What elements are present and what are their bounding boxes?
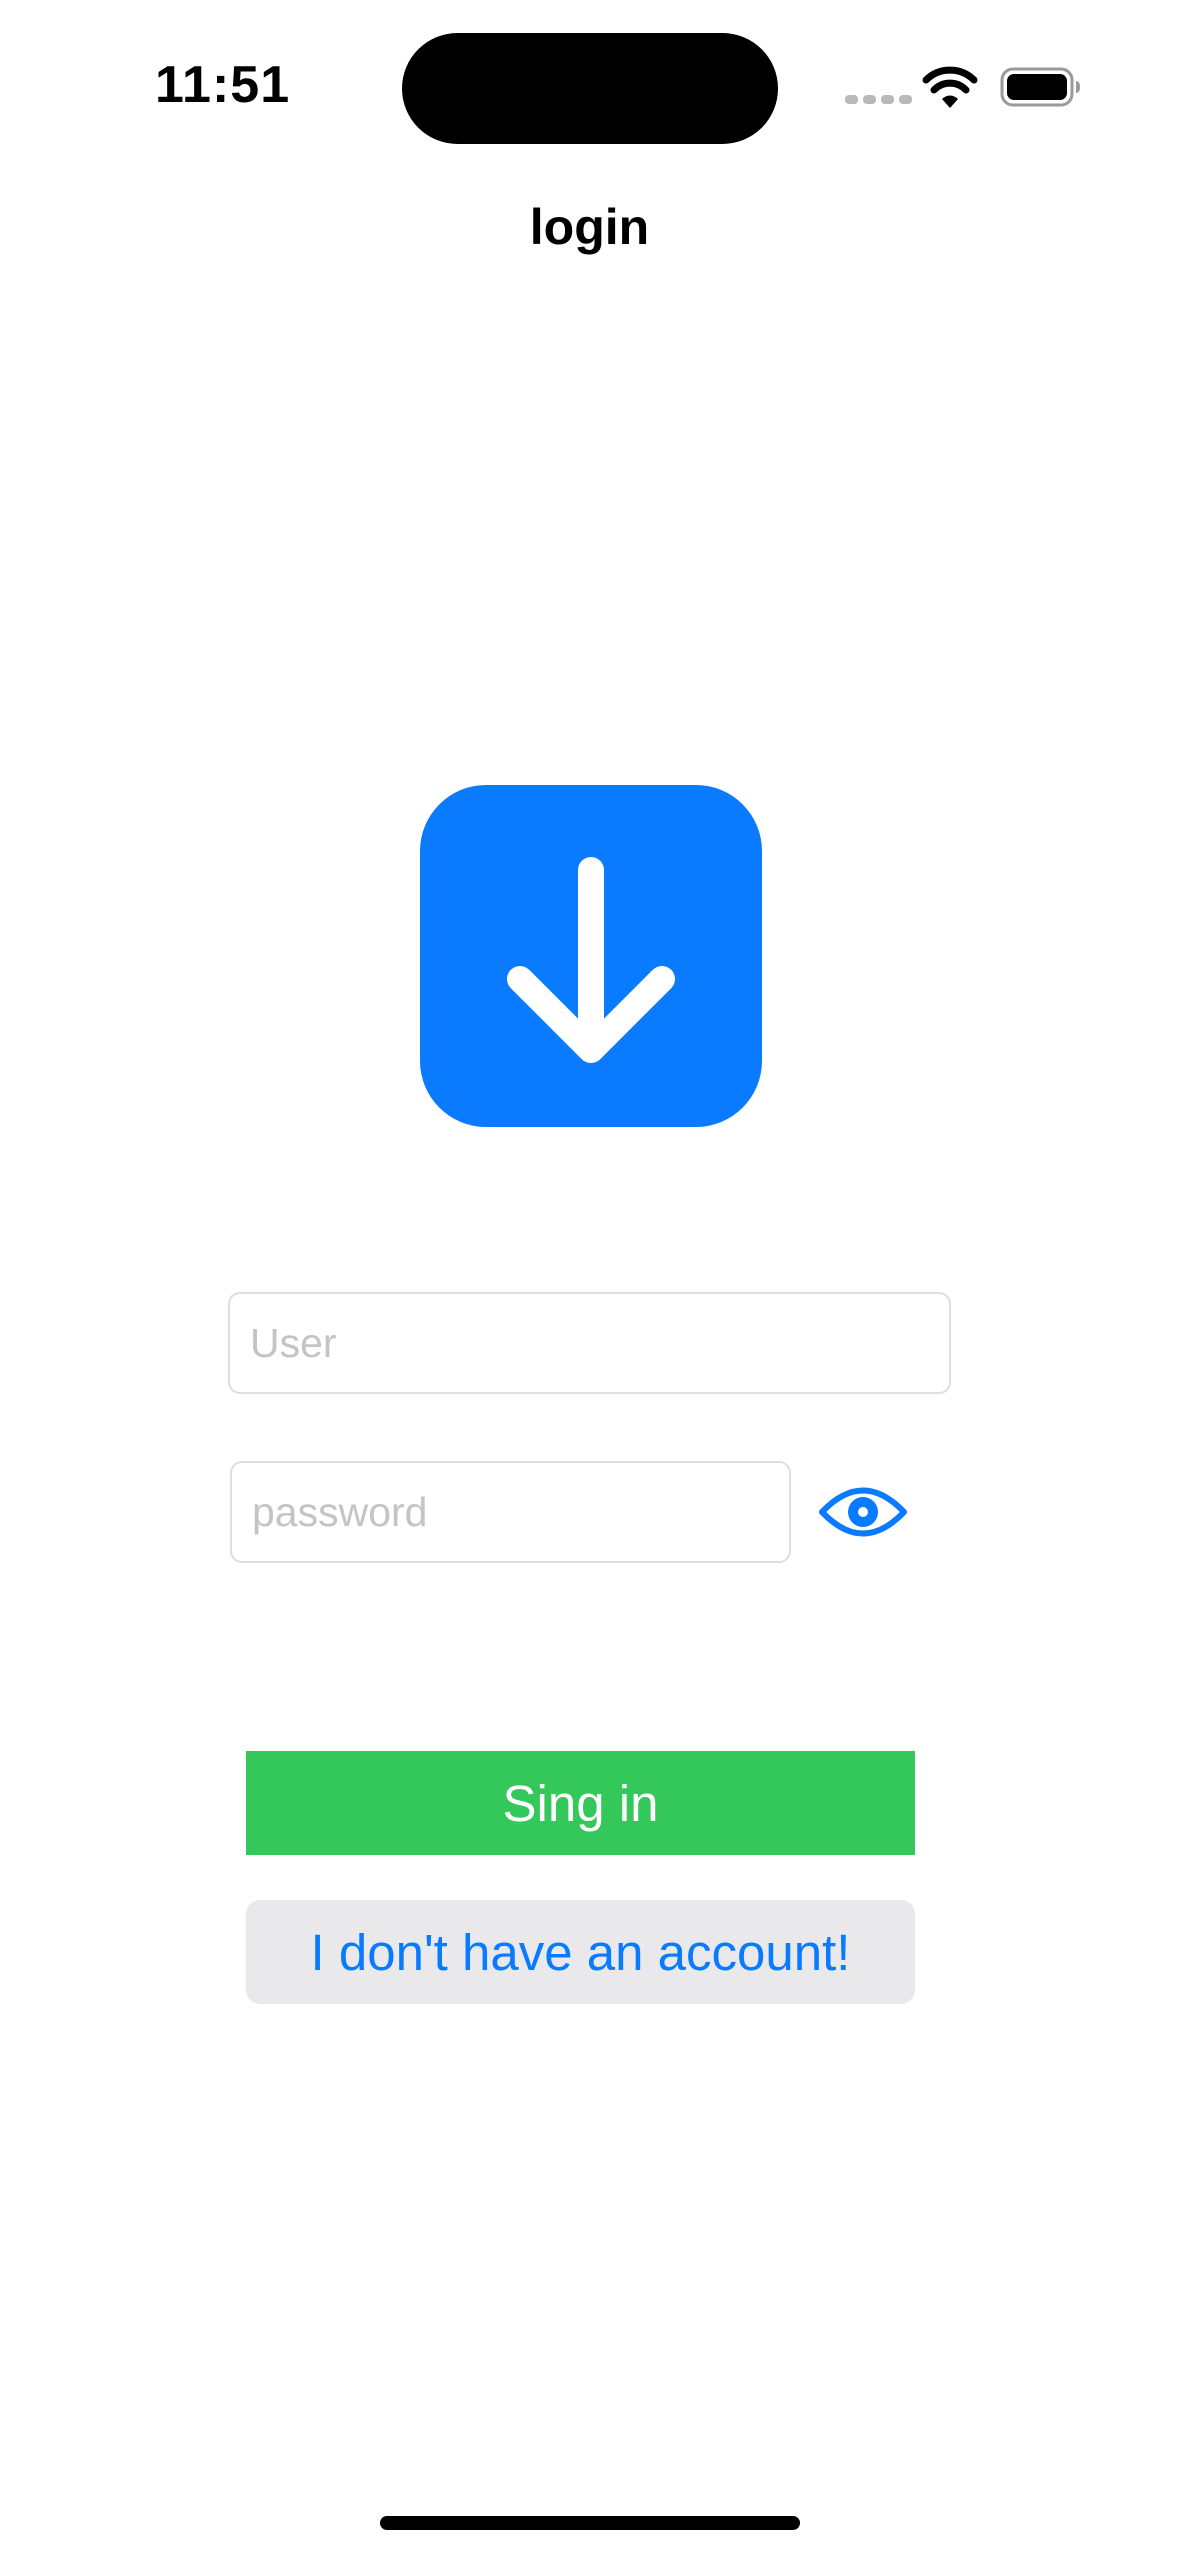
wifi-icon <box>922 66 978 108</box>
eye-icon[interactable] <box>818 1477 908 1547</box>
sign-in-button[interactable]: Sing in <box>246 1751 915 1855</box>
battery-icon <box>1000 67 1080 107</box>
page-title: login <box>529 199 650 255</box>
cellular-signal-icon <box>845 95 912 104</box>
user-input[interactable] <box>228 1292 951 1394</box>
no-account-button[interactable]: I don't have an account! <box>246 1900 915 2004</box>
status-time: 11:51 <box>155 56 291 114</box>
home-indicator[interactable] <box>380 2516 800 2530</box>
dynamic-island <box>402 33 778 144</box>
password-input[interactable] <box>230 1461 791 1563</box>
arrow-down-square-icon <box>420 785 762 1127</box>
